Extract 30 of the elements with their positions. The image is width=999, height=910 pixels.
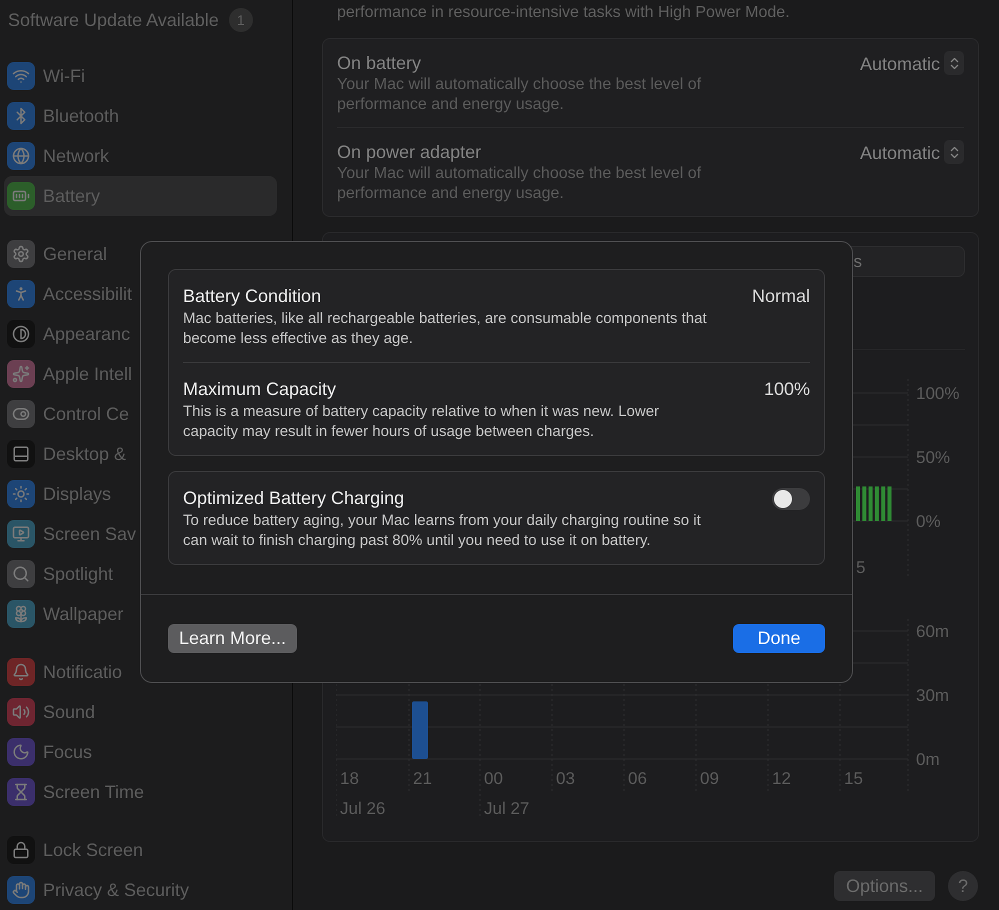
axis-tick-label: 00 — [484, 769, 503, 788]
axis-tick-label: 0% — [916, 512, 941, 531]
row-description: Your Mac will automatically choose the best level of performance and energy usage. — [337, 75, 702, 115]
row-title: Maximum Capacity — [183, 378, 338, 401]
row-title: On power adapter — [337, 141, 482, 164]
row-title: Battery Condition — [183, 285, 322, 308]
axis-tick-label: 06 — [628, 769, 647, 788]
axis-tick-label: 0m — [916, 750, 940, 769]
axis-tick-label: 12 — [772, 769, 791, 788]
intro-text: performance in resource-intensive tasks with High Power Mode. — [337, 3, 791, 23]
date-label: Jul 26 — [340, 799, 386, 818]
row-value: 100% — [764, 378, 810, 401]
axis-tick-label: 03 — [556, 769, 575, 788]
axis-tick-label: 18 — [340, 769, 359, 788]
axis-tick-label: 50% — [916, 448, 950, 467]
row-description: Mac batteries, like all rechargeable batteries, are consumable components that become less effective as they age. — [183, 309, 708, 349]
axis-tick-label: 60m — [916, 622, 950, 641]
row-description: To reduce battery aging, your Mac learns from your daily charging routine so it can wait to finish charging past 80% until you need to use it on battery. — [183, 511, 702, 551]
axis-tick-label: 30m — [916, 686, 950, 705]
axis-tick-label: 100% — [916, 384, 960, 403]
row-title: On battery — [337, 52, 422, 75]
row-value: Normal — [752, 285, 810, 308]
date-label: Jul 27 — [484, 799, 530, 818]
axis-tick-label: 21 — [413, 769, 432, 788]
row-description: This is a measure of battery capacity relative to when it was new. Lower capacity may result in fewer hours of usage between charges. — [183, 402, 660, 442]
axis-tick-label: 09 — [700, 769, 719, 788]
row-title: Optimized Battery Charging — [183, 487, 406, 510]
axis-tick-label: 5 — [856, 558, 866, 577]
row-description: Your Mac will automatically choose the best level of performance and energy usage. — [337, 164, 702, 204]
axis-tick-label: 15 — [844, 769, 863, 788]
